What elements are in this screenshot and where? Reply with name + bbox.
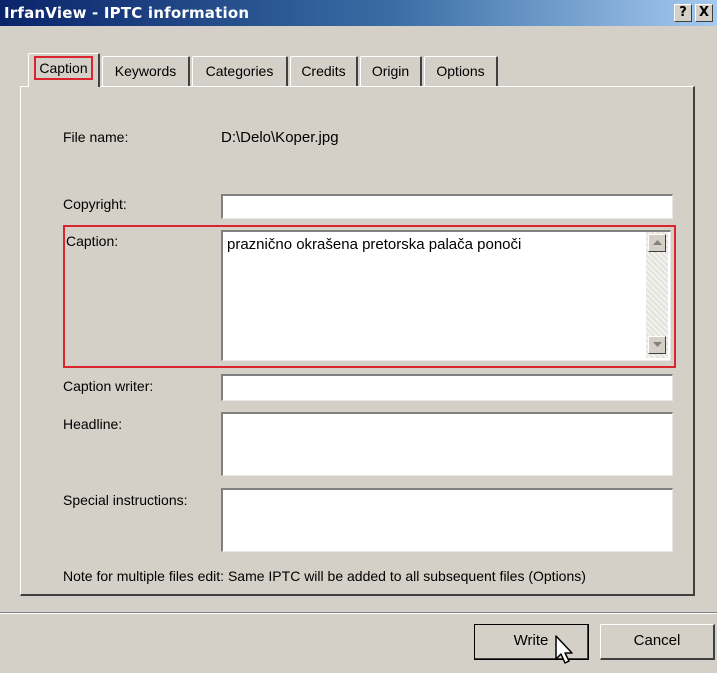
title-bar[interactable]: IrfanView - IPTC information ? X: [0, 0, 717, 26]
tab-credits[interactable]: Credits: [290, 56, 358, 86]
bottom-separator: [0, 612, 717, 614]
tab-keywords[interactable]: Keywords: [102, 56, 190, 86]
iptc-dialog: IrfanView - IPTC information ? X Caption…: [0, 0, 717, 673]
tab-options[interactable]: Options: [424, 56, 498, 86]
copyright-input[interactable]: [221, 194, 673, 219]
copyright-label: Copyright:: [63, 196, 127, 212]
multi-file-note: Note for multiple files edit: Same IPTC …: [63, 568, 586, 584]
caption-writer-label: Caption writer:: [63, 378, 154, 394]
caption-scrollbar[interactable]: [646, 232, 668, 358]
special-instructions-textarea[interactable]: [221, 488, 673, 552]
arrow-up-icon: [653, 240, 662, 245]
headline-label: Headline:: [63, 416, 123, 432]
scroll-up-button[interactable]: [648, 234, 666, 252]
tab-options-label: Options: [436, 63, 485, 79]
scroll-down-button[interactable]: [648, 336, 666, 354]
cancel-button-label: Cancel: [633, 632, 681, 649]
caption-textarea[interactable]: praznično okrašena pretorska palača pono…: [221, 230, 671, 361]
tab-categories-label: Categories: [205, 63, 274, 79]
help-button[interactable]: ?: [674, 4, 692, 22]
caption-writer-input[interactable]: [221, 374, 673, 401]
tab-categories[interactable]: Categories: [192, 56, 288, 86]
tab-caption-label: Caption: [34, 56, 93, 80]
tab-credits-label: Credits: [301, 63, 346, 79]
special-instructions-label: Special instructions:: [63, 492, 188, 508]
write-button-label: Write: [513, 632, 549, 649]
headline-textarea[interactable]: [221, 412, 673, 476]
caption-label: Caption:: [66, 233, 119, 249]
arrow-down-icon: [653, 342, 662, 347]
file-name-value: D:\Delo\Koper.jpg: [221, 129, 339, 146]
cancel-button[interactable]: Cancel: [600, 624, 715, 660]
tab-origin-label: Origin: [371, 63, 410, 79]
file-name-label: File name:: [63, 129, 129, 145]
close-button[interactable]: X: [695, 4, 713, 22]
tab-keywords-label: Keywords: [114, 63, 177, 79]
mouse-pointer-icon: [555, 635, 573, 664]
tab-caption[interactable]: Caption: [28, 53, 100, 87]
window-title: IrfanView - IPTC information: [4, 4, 250, 22]
tab-origin[interactable]: Origin: [360, 56, 422, 86]
